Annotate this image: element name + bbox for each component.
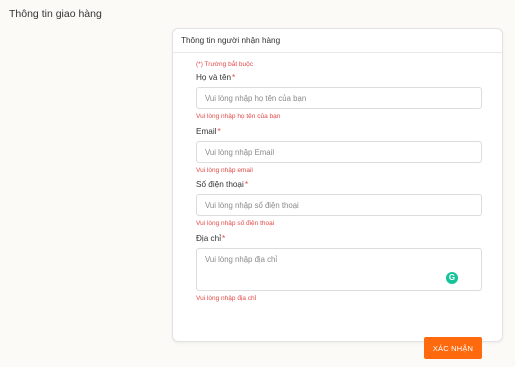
form-header: Thông tin người nhận hàng bbox=[173, 29, 502, 53]
confirm-button[interactable]: XÁC NHẬN bbox=[424, 337, 482, 359]
email-input[interactable] bbox=[196, 141, 482, 163]
page-title: Thông tin giao hàng bbox=[9, 8, 102, 20]
required-star: * bbox=[244, 180, 248, 189]
address-error: Vui lòng nhập địa chỉ bbox=[196, 295, 257, 302]
field-phone: Số điện thoại* Vui lòng nhập số điện tho… bbox=[196, 179, 482, 228]
phone-input[interactable] bbox=[196, 194, 482, 216]
recipient-form-card: Thông tin người nhận hàng (*) Trường bắt… bbox=[172, 28, 503, 359]
field-address: Địa chỉ* G Vui lòng nhập địa chỉ bbox=[196, 233, 482, 303]
grammarly-icon[interactable]: G bbox=[446, 272, 458, 284]
checkout-page: Thông tin giao hàng Thông tin người nhận… bbox=[0, 0, 515, 367]
field-full-name: Họ và tên* Vui lòng nhập họ tên của bạn bbox=[196, 72, 482, 121]
required-star: * bbox=[222, 234, 226, 243]
required-star: * bbox=[232, 73, 236, 82]
phone-error: Vui lòng nhập số điện thoại bbox=[196, 220, 275, 227]
full-name-error: Vui lòng nhập họ tên của bạn bbox=[196, 113, 281, 120]
email-label: Email* bbox=[196, 127, 221, 136]
email-error: Vui lòng nhập email bbox=[196, 167, 253, 174]
required-note: (*) Trường bắt buộc bbox=[196, 61, 254, 68]
address-label: Địa chỉ* bbox=[196, 234, 226, 243]
required-star: * bbox=[217, 127, 221, 136]
address-textarea[interactable] bbox=[196, 248, 482, 291]
field-email: Email* Vui lòng nhập email bbox=[196, 126, 482, 175]
full-name-label: Họ và tên* bbox=[196, 73, 236, 82]
address-textarea-wrap: G bbox=[196, 248, 482, 291]
full-name-input[interactable] bbox=[196, 87, 482, 109]
phone-label: Số điện thoại* bbox=[196, 180, 248, 189]
